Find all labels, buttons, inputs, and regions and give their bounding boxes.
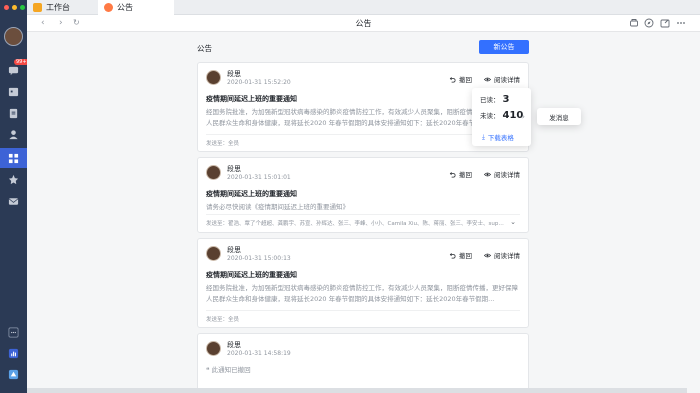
- avatar: [206, 246, 221, 261]
- tab-bar: 工作台 公告: [27, 0, 700, 15]
- user-avatar[interactable]: [4, 27, 23, 46]
- announcement-title: 疫情期间延迟上班的重要通知: [206, 271, 297, 279]
- post-time: 2020-01-31 15:01:01: [227, 174, 291, 181]
- divider: [206, 310, 520, 311]
- undo-icon: [449, 171, 456, 177]
- horizontal-scrollbar[interactable]: [27, 388, 687, 393]
- window-controls: [4, 5, 25, 10]
- post-time: 2020-01-31 14:58:19: [227, 350, 291, 357]
- recipients: 发送至：全员: [206, 141, 240, 147]
- announcement-card: 段思 2020-01-31 15:01:01 撤回 阅读详情 疫情期间延迟上班的…: [197, 157, 529, 233]
- contacts-icon[interactable]: [7, 128, 20, 140]
- announcement-body: 经国务院批准，为加强新型冠状病毒感染的肺炎疫情防控工作，有效减少人员聚集，阻断疫…: [206, 284, 518, 303]
- unread-count-row[interactable]: 未读： 410: [480, 110, 523, 121]
- undo-icon: [449, 252, 456, 258]
- undo-icon: [449, 76, 456, 82]
- eye-icon: [484, 77, 491, 81]
- author-name: 段思: [227, 341, 241, 349]
- send-message-button[interactable]: 发消息: [537, 108, 581, 125]
- author-name: 段思: [227, 70, 241, 78]
- avatar: [206, 341, 221, 356]
- read-count: 3: [502, 94, 510, 105]
- workplace-tab-icon: [33, 3, 42, 12]
- author-name: 段思: [227, 165, 241, 173]
- read-stats-popover: 已读： 3 未读： 410 › ⤓ 下载表格: [472, 88, 531, 146]
- message-icon[interactable]: [7, 64, 20, 76]
- tab-announcement[interactable]: 公告: [98, 0, 174, 15]
- docs-icon[interactable]: [7, 107, 20, 119]
- expand-recipients-icon[interactable]: ⌄: [510, 218, 516, 226]
- announcement-card: 段思 2020-01-31 15:00:13 撤回 阅读详情 疫情期间延迟上班的…: [197, 238, 529, 328]
- withdrawn-notice: ❝ 此通知已撤回: [206, 366, 251, 374]
- read-details-button[interactable]: 阅读详情: [484, 169, 520, 179]
- close-window-button[interactable]: [4, 5, 9, 10]
- maximize-window-button[interactable]: [20, 5, 25, 10]
- stats-icon[interactable]: [7, 347, 20, 359]
- eye-icon: [484, 253, 491, 257]
- more-options-icon[interactable]: [676, 18, 686, 28]
- minimize-window-button[interactable]: [12, 5, 17, 10]
- open-external-icon[interactable]: [660, 18, 670, 28]
- download-icon: ⤓: [482, 132, 485, 141]
- calendar-icon[interactable]: [7, 85, 20, 97]
- post-time: 2020-01-31 15:00:13: [227, 255, 291, 262]
- more-icon[interactable]: [7, 326, 20, 338]
- avatar: [206, 165, 221, 180]
- withdraw-button[interactable]: 撤回: [449, 250, 472, 260]
- mail-icon[interactable]: [7, 195, 20, 207]
- divider: [206, 214, 520, 215]
- read-details-button[interactable]: 阅读详情: [484, 250, 520, 260]
- tab-label: 公告: [117, 3, 133, 12]
- page-title: 公告: [197, 44, 212, 53]
- nav-title: 公告: [355, 19, 372, 28]
- eye-icon: [484, 172, 491, 176]
- read-details-button[interactable]: 阅读详情: [484, 74, 520, 84]
- nav-bar: ‹ › ↻ 公告: [27, 15, 700, 32]
- workplace-icon[interactable]: [7, 152, 20, 164]
- share-icon[interactable]: [629, 18, 639, 28]
- unread-count: 410: [502, 110, 524, 121]
- recipients: 发送至：全员: [206, 317, 240, 323]
- author-name: 段思: [227, 246, 241, 254]
- read-count-row: 已读： 3: [480, 94, 510, 105]
- left-rail: 99+: [0, 0, 29, 393]
- post-time: 2020-01-31 15:52:20: [227, 79, 291, 86]
- announcement-title: 疫情期间延迟上班的重要通知: [206, 95, 297, 103]
- withdraw-button[interactable]: 撤回: [449, 74, 472, 84]
- announcement-card: 段思 2020-01-31 14:58:19 ❝ 此通知已撤回: [197, 333, 529, 393]
- recipients: 发送至：翟浩、覃了个超超、龚鹏宇、苏宣、孙辉达、张三、李峰、小小、Camila …: [206, 221, 506, 227]
- tab-workplace[interactable]: 工作台: [27, 0, 97, 15]
- new-announcement-button[interactable]: 新公告: [479, 40, 529, 54]
- chevron-right-icon[interactable]: ›: [522, 112, 525, 121]
- download-table-button[interactable]: ⤓ 下载表格: [482, 132, 514, 143]
- main-content: 公告 新公告 段思 2020-01-31 15:52:20 撤回 阅读详情 疫情…: [27, 32, 700, 393]
- announcement-body: 请务必尽快阅读《疫情期间延迟上班的重要通知》: [206, 203, 349, 211]
- announcement-title: 疫情期间延迟上班的重要通知: [206, 190, 297, 198]
- avatar: [206, 70, 221, 85]
- favorites-icon[interactable]: [7, 173, 20, 185]
- withdraw-button[interactable]: 撤回: [449, 169, 472, 179]
- announcement-icon: [104, 3, 113, 12]
- app-icon[interactable]: [7, 368, 20, 380]
- tab-label: 工作台: [46, 3, 70, 12]
- compass-icon[interactable]: [644, 18, 654, 28]
